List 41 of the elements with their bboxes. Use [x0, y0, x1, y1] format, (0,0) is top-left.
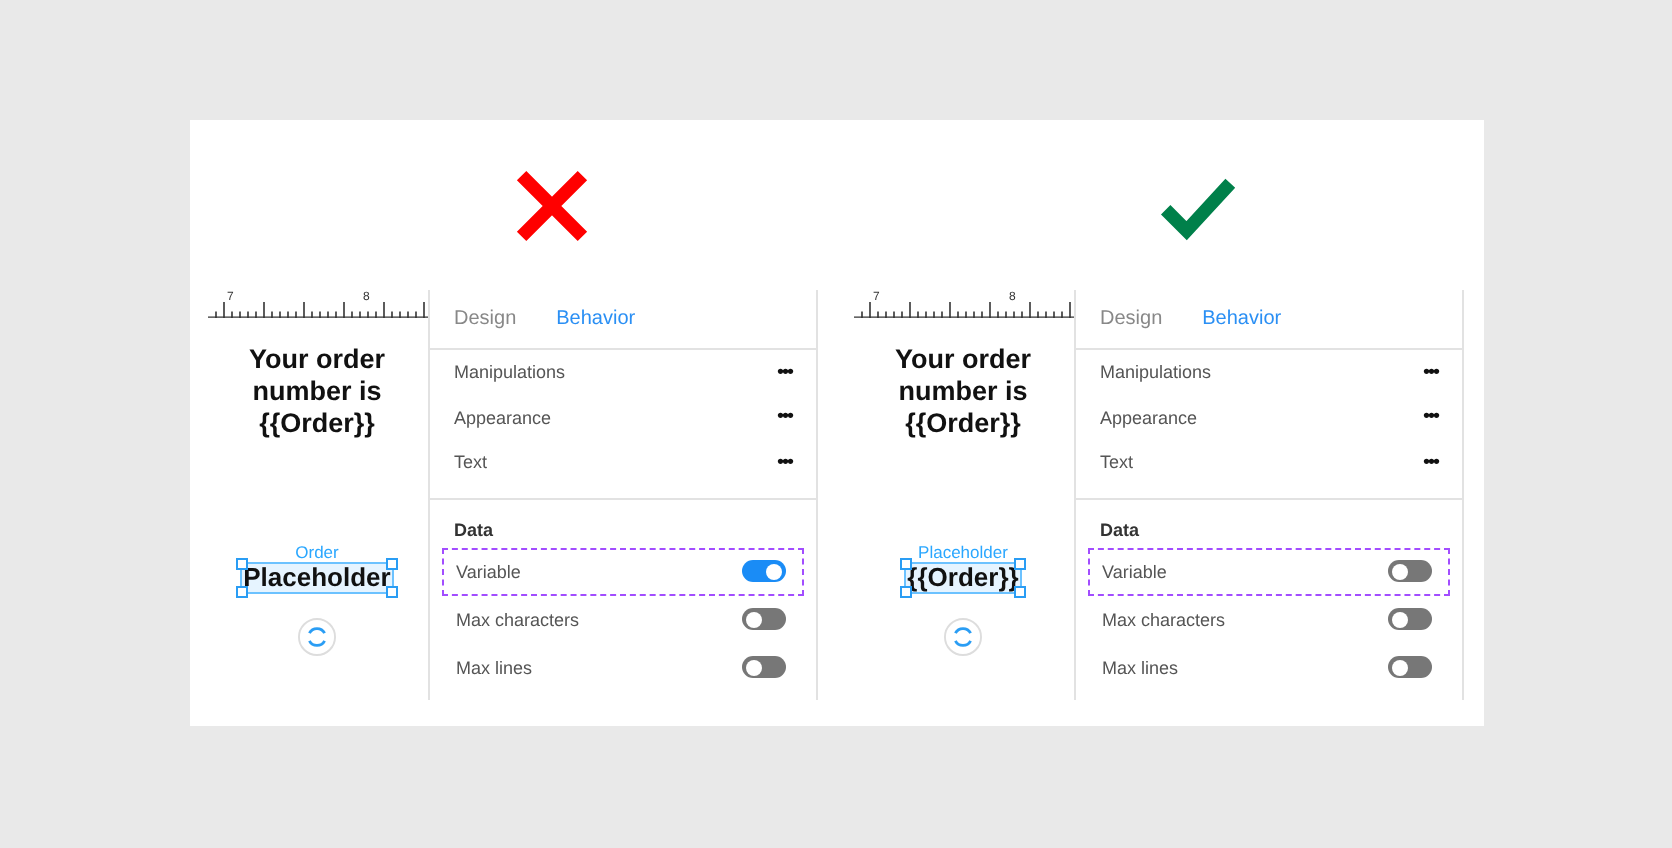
refresh-icon[interactable] — [944, 618, 982, 656]
toggle-label: Variable — [1102, 561, 1167, 581]
tab[interactable]: Design — [1100, 308, 1163, 348]
property-label: Appearance — [454, 407, 552, 428]
selected-text-element[interactable]: {{Order}} — [903, 562, 1023, 594]
toggle-label: Max characters — [1102, 609, 1226, 629]
toggle-label: Max characters — [456, 609, 580, 629]
toggle-switch[interactable] — [742, 560, 786, 582]
field-label: Order — [295, 542, 339, 562]
field-label: Placeholder — [918, 542, 1008, 562]
heading-text: Your order — [894, 344, 1031, 376]
more-button[interactable]: ••• — [1422, 451, 1438, 474]
toggle-switch[interactable] — [1388, 608, 1432, 630]
section-title: Data — [1098, 519, 1142, 539]
toggle-label: Max lines — [456, 657, 533, 677]
property-label: Manipulations — [454, 362, 566, 383]
property-label: Text — [1100, 452, 1134, 473]
toggle-switch[interactable] — [742, 656, 786, 678]
more-button[interactable]: ••• — [1422, 406, 1438, 429]
heading-text: {{Order}} — [905, 408, 1021, 440]
property-label: Manipulations — [1100, 362, 1212, 383]
more-button[interactable]: ••• — [776, 451, 792, 474]
heading-text: Your order — [248, 344, 385, 376]
more-button[interactable]: ••• — [1422, 361, 1438, 384]
property-label: Appearance — [1100, 407, 1198, 428]
toggle-switch[interactable] — [1388, 560, 1432, 582]
refresh-icon[interactable] — [298, 618, 336, 656]
section-title: Data — [452, 519, 496, 539]
heading-text: number is — [898, 376, 1028, 408]
toggle-label: Max lines — [1102, 657, 1179, 677]
property-label: Text — [454, 452, 488, 473]
toggle-switch[interactable] — [1388, 656, 1432, 678]
heading-text: {{Order}} — [259, 408, 375, 440]
toggle-switch[interactable] — [742, 608, 786, 630]
selected-text-element[interactable]: Placeholder — [239, 562, 395, 594]
cross-icon — [514, 167, 590, 243]
more-button[interactable]: ••• — [776, 361, 792, 384]
heading-text: number is — [252, 376, 382, 408]
more-button[interactable]: ••• — [776, 406, 792, 429]
tab[interactable]: Design — [454, 308, 517, 348]
toggle-label: Variable — [456, 561, 521, 581]
